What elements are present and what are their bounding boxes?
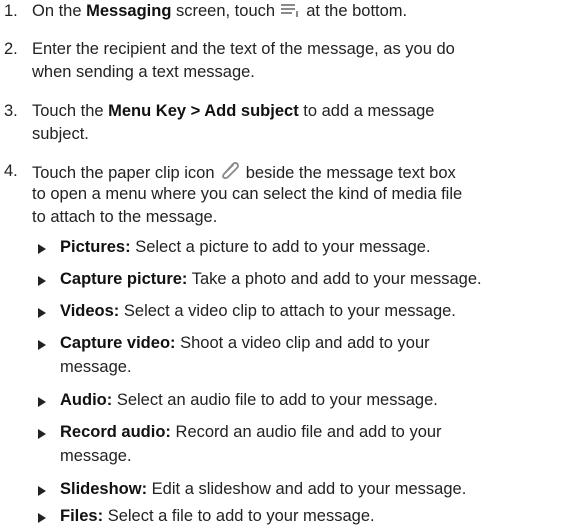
bullet-arrow-icon (38, 486, 46, 496)
step-bold: Messaging (86, 2, 172, 20)
step-number: 2. (4, 40, 18, 58)
step-number: 4. (4, 162, 18, 180)
bullet-text: Select a picture to add to your message. (130, 238, 431, 256)
bullet-text: Shoot a video clip and add to your (175, 334, 430, 352)
bullet-arrow-icon (38, 513, 46, 523)
bullet-text-line-2: message. (60, 358, 132, 376)
bullet-arrow-icon (38, 397, 46, 407)
bullet-title: Videos: (60, 302, 120, 320)
step-text-line-1: Enter the recipient and the text of the … (32, 40, 455, 58)
step-text-line-3: to attach to the message. (32, 208, 218, 226)
step-text-pre: On the (32, 2, 87, 20)
compose-icon (280, 2, 302, 25)
bullet-text-line-2: message. (60, 447, 132, 465)
step-text-pre: Touch the paper clip icon (32, 164, 220, 182)
bullet-title: Files: (60, 507, 104, 525)
bullet-arrow-icon (38, 244, 46, 254)
step-text-post: beside the message text box (241, 164, 456, 182)
step-text-post: at the bottom. (301, 2, 408, 20)
step-text-post: to add a message (298, 102, 435, 120)
step-text-mid: screen, touch (171, 2, 280, 20)
step-text-line-1: Touch the Menu Key > Add subject to add … (32, 100, 572, 123)
bullet-text: Take a photo and add to your message. (187, 270, 482, 288)
bullet-arrow-icon (38, 340, 46, 350)
step-text-line-2: when sending a text message. (32, 63, 255, 81)
bullet-text: Record an audio file and add to your (170, 423, 442, 441)
step-number: 3. (4, 102, 18, 120)
step-bold: Menu Key > Add subject (108, 102, 299, 120)
step-text-pre: Touch the (32, 102, 109, 120)
bullet-text: Edit a slideshow and add to your message… (147, 480, 467, 498)
bullet-arrow-icon (38, 308, 46, 318)
bullet-title: Record audio: (60, 423, 171, 441)
bullet-text: Select a video clip to attach to your me… (119, 302, 456, 320)
bullet-text: Select an audio file to add to your mess… (112, 391, 438, 409)
bullet-title: Audio: (60, 391, 113, 409)
step-number: 1. (4, 2, 18, 20)
step-text: On the Messaging screen, touch at the bo… (32, 0, 572, 25)
bullet-arrow-icon (38, 276, 46, 286)
step-text-line-2: subject. (32, 125, 89, 143)
bullet-title: Capture picture: (60, 270, 188, 288)
bullet-title: Capture video: (60, 334, 176, 352)
bullet-title: Slideshow: (60, 480, 148, 498)
bullet-title: Pictures: (60, 238, 131, 256)
step-text-line-2: to open a menu where you can select the … (32, 185, 463, 203)
bullet-arrow-icon (38, 429, 46, 439)
bullet-text: Select a file to add to your message. (103, 507, 375, 525)
